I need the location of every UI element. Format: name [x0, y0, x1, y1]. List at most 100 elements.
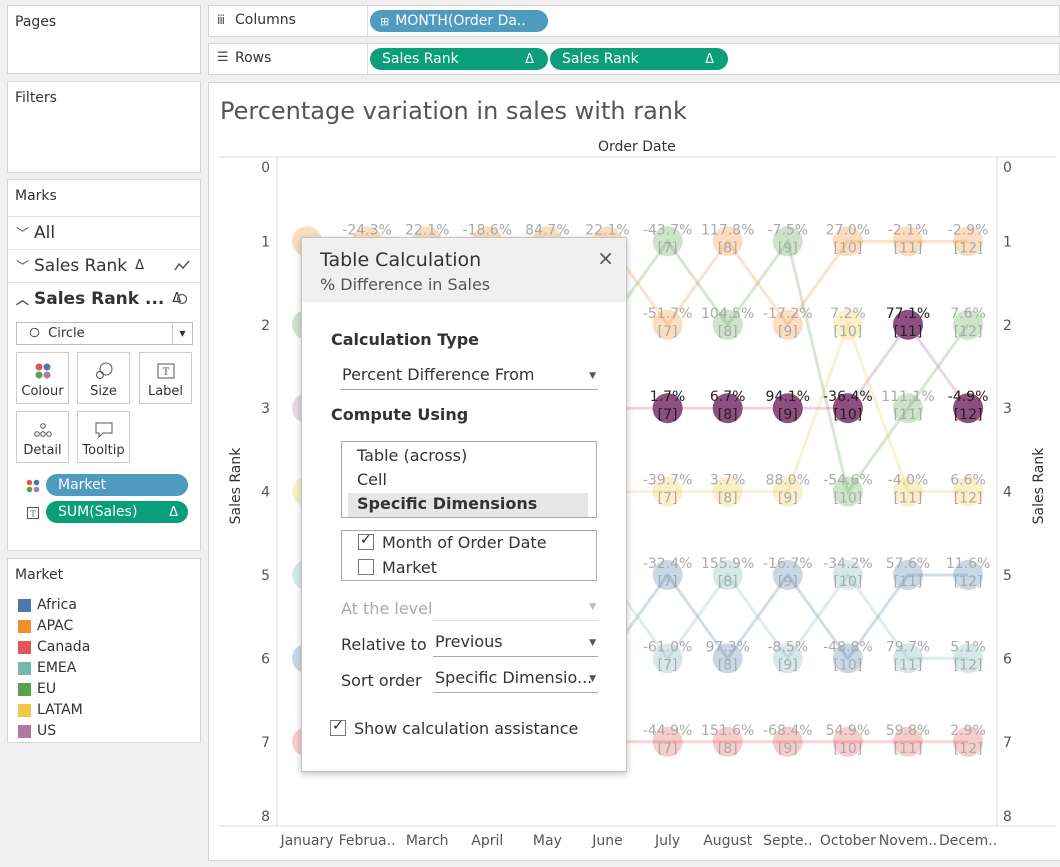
dialog-header: Table Calculation % Difference in Sales …	[302, 238, 626, 302]
sort-order-label: Sort order	[341, 671, 422, 690]
dimension-label: Month of Order Date	[382, 533, 547, 552]
marks-sales-rank-row[interactable]: ﹀ Sales Rank Δ	[8, 249, 200, 281]
y-axis-title-left: Sales Rank	[228, 447, 244, 525]
rows-label: Rows	[235, 50, 272, 66]
legend-swatch	[18, 640, 31, 654]
chevron-down-icon: ▼	[589, 674, 596, 684]
calc-type-value: Percent Difference From	[342, 365, 535, 384]
legend-item[interactable]: EMEA	[18, 660, 76, 676]
legend-label: EU	[37, 681, 57, 697]
circle-icon	[29, 327, 40, 338]
market-field-label: Market	[58, 477, 107, 493]
size-button[interactable]: Size	[77, 352, 130, 404]
legend-swatch	[18, 682, 31, 696]
dialog-title: Table Calculation	[320, 249, 482, 271]
columns-shelf[interactable]: iii Columns ⊞ MONTH(Order Da..	[208, 5, 1060, 37]
compute-using-heading: Compute Using	[331, 405, 469, 424]
relative-to-select[interactable]: Previous ▼	[433, 632, 598, 657]
sum-sales-field-pill[interactable]: SUM(Sales) Δ	[46, 501, 188, 523]
table-calculation-dialog: Table Calculation % Difference in Sales …	[301, 237, 627, 772]
relative-to-label: Relative to	[341, 635, 427, 654]
rows-pill-label: Sales Rank	[382, 51, 459, 67]
chart-title: Percentage variation in sales with rank	[220, 97, 687, 125]
marks-row-label: All	[34, 222, 56, 243]
colour-button[interactable]: Colour	[16, 352, 69, 404]
month-order-date-pill[interactable]: ⊞ MONTH(Order Da..	[370, 10, 548, 32]
legend-swatch	[18, 619, 31, 633]
columns-icon: iii	[217, 13, 225, 27]
delta-icon: Δ	[169, 504, 178, 520]
label-label: Label	[147, 384, 184, 399]
relative-to-value: Previous	[435, 632, 503, 651]
label-button[interactable]: T Label	[139, 352, 192, 404]
legend-label: Africa	[37, 597, 77, 613]
tooltip-button[interactable]: Tooltip	[77, 411, 130, 463]
legend-item[interactable]: US	[18, 723, 56, 739]
sort-order-select[interactable]: Specific Dimensio... ▼	[433, 668, 598, 693]
at-level-label: At the level	[341, 599, 433, 618]
legend-item[interactable]: Canada	[18, 639, 90, 655]
checkbox-unchecked[interactable]	[358, 559, 374, 575]
tooltip-label: Tooltip	[82, 443, 125, 458]
sort-order-value: Specific Dimensio...	[435, 668, 593, 687]
legend-item[interactable]: LATAM	[18, 702, 83, 718]
mark-type-select[interactable]: Circle ▼	[16, 322, 193, 345]
legend-swatch	[18, 598, 31, 612]
close-icon[interactable]: ×	[597, 246, 614, 270]
text-label-icon: T	[157, 363, 174, 379]
legend-label: APAC	[37, 618, 74, 634]
delta-icon: Δ	[525, 51, 534, 67]
legend-swatch	[18, 661, 31, 675]
compute-option-specific-dimensions[interactable]: Specific Dimensions	[348, 493, 588, 517]
marks-sales-rank-2-row[interactable]: ︿ Sales Rank ... Δ	[8, 282, 200, 314]
delta-icon: Δ	[705, 51, 714, 67]
column-header: Order Date	[598, 139, 676, 155]
calc-type-select[interactable]: Percent Difference From ▼	[340, 365, 598, 390]
rows-shelf[interactable]: ☰ Rows Sales Rank Δ Sales Rank Δ	[208, 43, 1060, 75]
y-axis-title-right: Sales Rank	[1031, 447, 1047, 525]
colour-dots-icon	[26, 479, 40, 493]
circle-icon	[176, 293, 188, 304]
legend-label: Canada	[37, 639, 91, 655]
text-icon: T	[27, 507, 39, 519]
checkbox-checked[interactable]	[330, 718, 346, 736]
compute-using-list[interactable]: Table (across) Cell Specific Dimensions	[341, 441, 597, 518]
show-assistance-option[interactable]: Show calculation assistance	[330, 718, 578, 738]
dimension-market[interactable]: Market	[358, 558, 437, 577]
calc-type-heading: Calculation Type	[331, 330, 480, 349]
sales-rank-pill-1[interactable]: Sales Rank Δ	[370, 48, 548, 70]
marks-row-label: Sales Rank	[34, 255, 128, 276]
dimensions-list: Month of Order Date Market	[341, 530, 597, 581]
marks-title: Marks	[15, 188, 57, 204]
checkbox-checked[interactable]	[358, 532, 374, 550]
legend-item[interactable]: EU	[18, 681, 56, 697]
svg-text:T: T	[162, 367, 169, 378]
chevron-down-icon: ▼	[589, 602, 596, 612]
svg-text:T: T	[30, 510, 36, 519]
detail-dots-icon	[33, 423, 52, 437]
legend-item[interactable]: APAC	[18, 618, 73, 634]
chevron-down-icon: ▼	[589, 371, 596, 381]
marks-all-row[interactable]: ﹀ All	[8, 216, 200, 248]
chevron-down-icon: ▼	[172, 323, 192, 344]
sales-rank-pill-2[interactable]: Sales Rank Δ	[550, 48, 728, 70]
compute-option-table-across[interactable]: Table (across)	[348, 445, 588, 468]
tooltip-icon	[95, 422, 112, 438]
legend-item[interactable]: Africa	[18, 597, 77, 613]
dialog-subtitle: % Difference in Sales	[320, 275, 491, 294]
delta-icon: Δ	[135, 258, 145, 273]
dimension-label: Market	[382, 558, 437, 577]
pages-card[interactable]: Pages	[7, 5, 201, 74]
at-level-select[interactable]: ▼	[433, 596, 598, 621]
sum-sales-label: SUM(Sales)	[58, 504, 138, 520]
chevron-down-icon: ▼	[589, 638, 596, 648]
filters-card[interactable]: Filters	[7, 81, 201, 173]
chevron-down-icon: ﹀	[16, 260, 30, 275]
rows-pill-label: Sales Rank	[562, 51, 639, 67]
detail-button[interactable]: Detail	[16, 411, 69, 463]
colour-label: Colour	[21, 384, 64, 399]
compute-option-cell[interactable]: Cell	[348, 469, 588, 492]
market-field-pill[interactable]: Market	[46, 474, 188, 496]
chevron-up-icon: ︿	[16, 293, 30, 308]
dimension-month-of-order-date[interactable]: Month of Order Date	[358, 532, 547, 552]
